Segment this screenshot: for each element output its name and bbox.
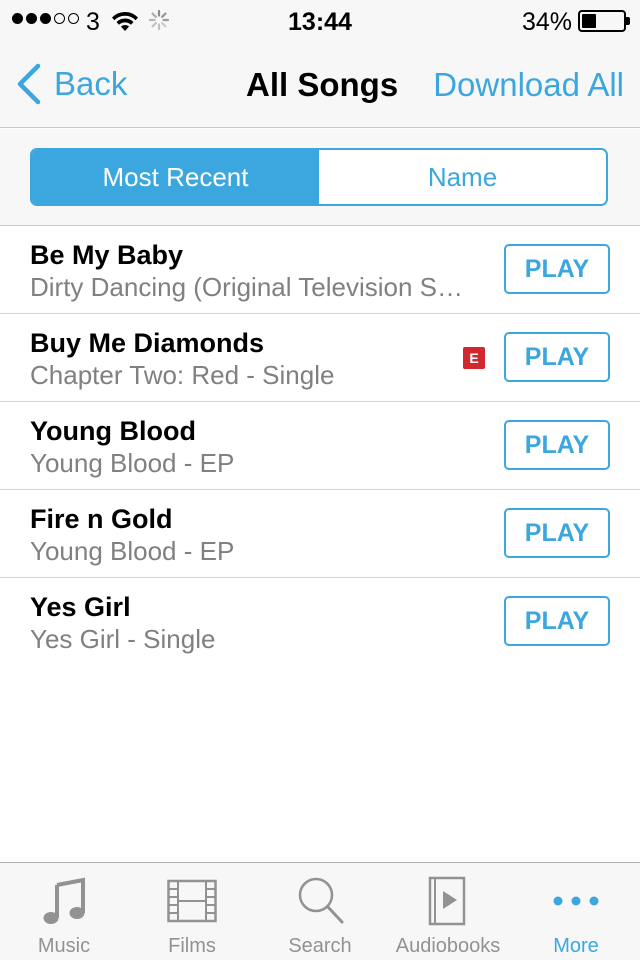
song-row[interactable]: Fire n Gold Young Blood - EP PLAY [0, 490, 640, 578]
tab-label: More [553, 935, 599, 957]
tab-label: Music [37, 935, 91, 957]
chevron-left-icon [17, 63, 41, 105]
song-row[interactable]: Young Blood Young Blood - EP PLAY [0, 402, 640, 490]
sort-control-bar: Most Recent Name [0, 129, 640, 226]
back-button[interactable]: Back [14, 62, 127, 106]
tab-audiobooks[interactable]: Audiobooks [384, 863, 512, 960]
sort-segmented-control: Most Recent Name [30, 148, 608, 206]
song-title: Yes Girl [30, 592, 131, 622]
tab-more[interactable]: More [512, 863, 640, 960]
battery-icon [578, 10, 630, 32]
segment-name[interactable]: Name [319, 150, 606, 204]
more-dots-icon [553, 896, 599, 906]
segment-most-recent[interactable]: Most Recent [32, 150, 319, 204]
tab-music[interactable]: Music [0, 863, 128, 960]
song-album: Young Blood - EP [30, 536, 235, 566]
song-album: Dirty Dancing (Original Television Sound… [30, 272, 476, 302]
play-button[interactable]: PLAY [504, 508, 610, 558]
song-album: Yes Girl - Single [30, 624, 216, 654]
search-icon [298, 877, 344, 924]
play-button[interactable]: PLAY [504, 244, 610, 294]
page-title: All Songs [246, 66, 399, 103]
tab-label: Films [168, 935, 216, 957]
tab-search[interactable]: Search [256, 863, 384, 960]
song-row[interactable]: Buy Me Diamonds Chapter Two: Red - Singl… [0, 314, 640, 402]
song-list: Be My Baby Dirty Dancing (Original Telev… [0, 226, 640, 666]
tab-films[interactable]: Films [128, 863, 256, 960]
battery-percent: 34% [521, 8, 572, 36]
audiobook-icon [428, 876, 466, 926]
play-button[interactable]: PLAY [504, 420, 610, 470]
navigation-bar: Back All Songs Download All [0, 40, 640, 128]
song-row[interactable]: Yes Girl Yes Girl - Single PLAY [0, 578, 640, 666]
song-album: Chapter Two: Red - Single [30, 360, 335, 390]
battery-fill [582, 14, 596, 28]
tab-bar: Music Films Search Audiobooks More [0, 862, 640, 960]
music-note-icon [43, 877, 85, 924]
song-title: Fire n Gold [30, 504, 173, 534]
film-strip-icon [167, 879, 217, 923]
explicit-badge: E [463, 347, 485, 369]
song-row[interactable]: Be My Baby Dirty Dancing (Original Telev… [0, 226, 640, 314]
download-all-button[interactable]: Download All [433, 66, 624, 104]
back-label: Back [54, 65, 128, 102]
song-title: Be My Baby [30, 240, 184, 270]
play-button[interactable]: PLAY [504, 332, 610, 382]
song-album: Young Blood - EP [30, 448, 235, 478]
song-title: Young Blood [30, 416, 196, 446]
screen: 3 13:44 34% Back All Songs Download All … [0, 0, 640, 960]
tab-label: Audiobooks [395, 935, 501, 957]
status-bar: 3 13:44 34% [0, 0, 640, 40]
tab-label: Search [288, 935, 352, 957]
song-title: Buy Me Diamonds [30, 328, 265, 358]
play-button[interactable]: PLAY [504, 596, 610, 646]
